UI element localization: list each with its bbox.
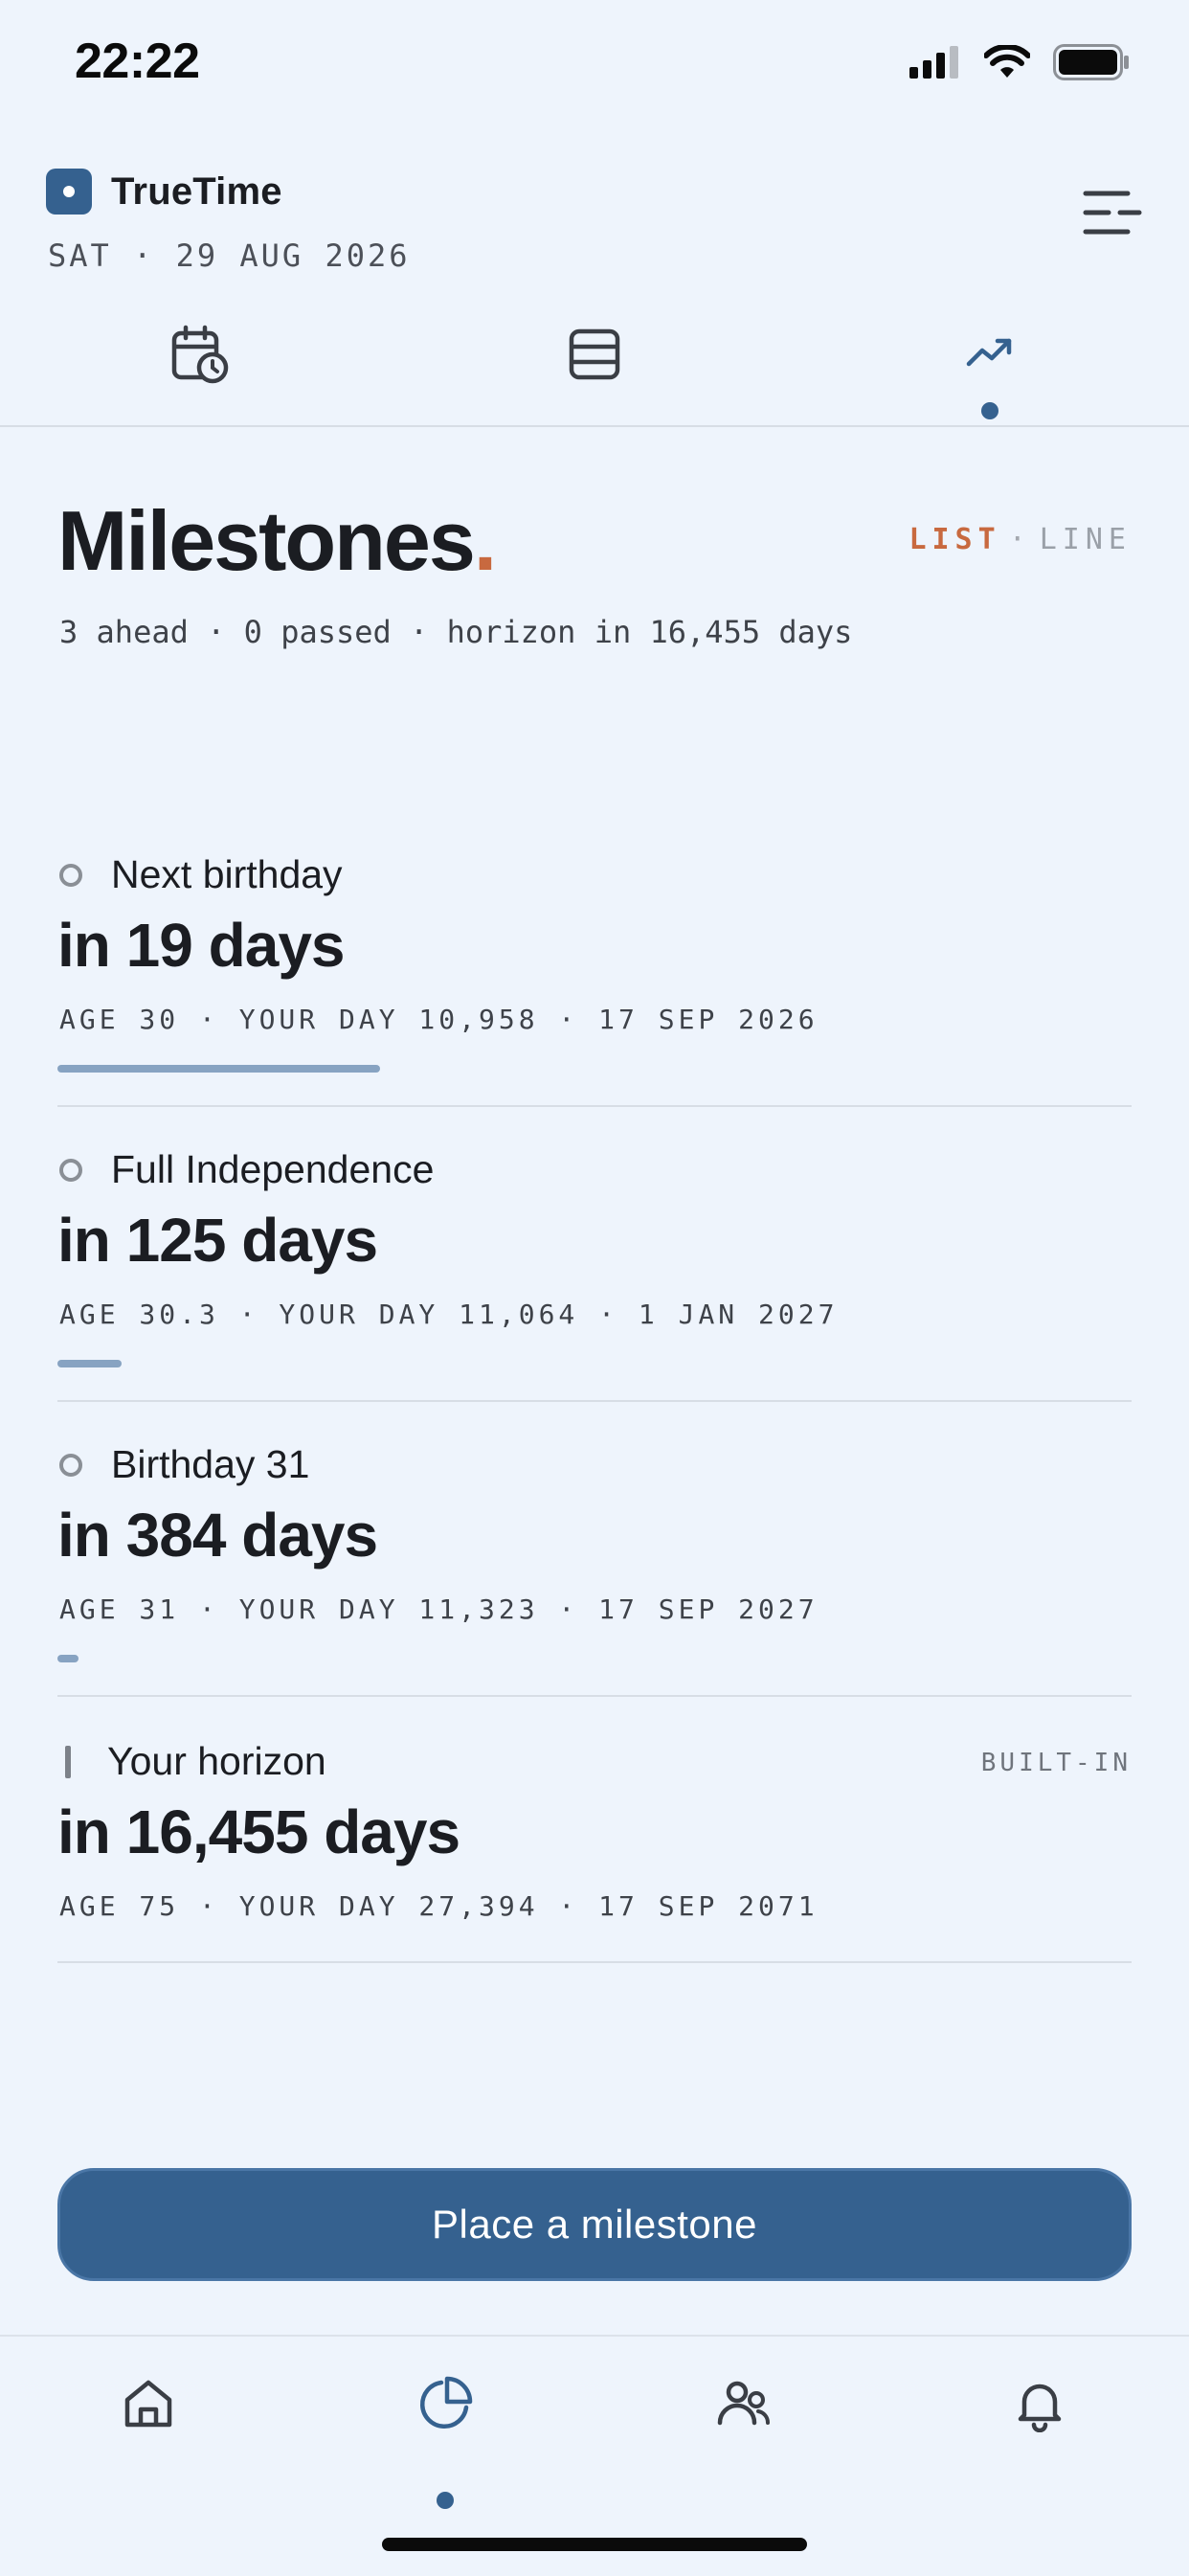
view-line-button[interactable]: LINE — [1040, 523, 1132, 556]
milestone-name: Birthday 31 — [111, 1442, 310, 1486]
horizon-marker-icon — [65, 1745, 71, 1778]
tab-calendar[interactable] — [142, 306, 257, 425]
menu-button[interactable] — [1078, 182, 1147, 245]
milestone-name: Full Independence — [111, 1147, 435, 1191]
active-nav-indicator — [437, 2492, 454, 2509]
list-rows-icon — [569, 328, 620, 380]
wifi-icon — [984, 45, 1030, 78]
menu-icon — [1083, 191, 1142, 235]
page-title-text: Milestones — [57, 493, 476, 588]
nav-home[interactable] — [101, 2375, 196, 2471]
view-toggle-separator: · — [1008, 523, 1032, 556]
milestone-progress-bar — [57, 1655, 79, 1662]
battery-icon — [1053, 44, 1129, 80]
milestone-countdown: in 16,455 days — [57, 1797, 460, 1866]
row-divider — [57, 1105, 1132, 1107]
milestone-summary: 3 ahead · 0 passed · horizon in 16,455 d… — [59, 614, 853, 650]
home-indicator — [382, 2538, 807, 2551]
pending-ring-icon — [59, 1158, 82, 1182]
trend-up-icon — [966, 338, 1012, 367]
view-list-button[interactable]: LIST — [909, 523, 1000, 556]
page-title: Milestones. — [57, 492, 497, 590]
milestone-header: Full Independence — [57, 1147, 434, 1192]
milestone-progress-bar — [57, 1360, 122, 1367]
row-divider — [57, 1695, 1132, 1697]
active-tab-indicator — [981, 402, 998, 419]
status-icons — [909, 44, 1130, 80]
nav-stats[interactable] — [397, 2375, 493, 2509]
milestone-countdown: in 384 days — [57, 1501, 378, 1570]
brand: TrueTime — [46, 169, 282, 215]
milestone-header: Birthday 31 — [57, 1442, 309, 1487]
calendar-clock-icon — [171, 325, 229, 384]
milestone-meta: AGE 75 · YOUR DAY 27,394 · 17 SEP 2071 — [59, 1890, 819, 1922]
milestone-meta: AGE 30.3 · YOUR DAY 11,064 · 1 JAN 2027 — [59, 1299, 839, 1330]
status-time: 22:22 — [75, 34, 200, 89]
milestone-progress-bar — [57, 1065, 380, 1073]
milestone-meta: AGE 31 · YOUR DAY 11,323 · 17 SEP 2027 — [59, 1593, 819, 1625]
nav-people[interactable] — [695, 2375, 791, 2471]
status-bar: 22:22 — [0, 0, 1189, 128]
people-icon — [717, 2381, 771, 2426]
home-icon — [124, 2380, 172, 2428]
top-tab-bar — [0, 306, 1189, 427]
app-name: TrueTime — [111, 169, 282, 213]
milestone-countdown: in 125 days — [57, 1206, 378, 1275]
page-title-period: . — [473, 493, 497, 588]
row-divider — [57, 1961, 1132, 1963]
milestone-countdown: in 19 days — [57, 911, 345, 980]
milestone-name: Your horizon — [107, 1739, 326, 1783]
view-toggle: LIST · LINE — [909, 523, 1132, 556]
pending-ring-icon — [59, 863, 82, 887]
pie-chart-icon — [420, 2376, 473, 2429]
current-date: SAT · 29 AUG 2026 — [48, 237, 411, 274]
built-in-badge: BUILT-IN — [980, 1749, 1132, 1777]
milestone-header: Your horizon — [57, 1739, 326, 1784]
cellular-signal-icon — [909, 46, 958, 79]
pending-ring-icon — [59, 1453, 82, 1477]
milestone-name: Next birthday — [111, 852, 343, 896]
tab-list[interactable] — [537, 306, 652, 425]
nav-notifications[interactable] — [992, 2375, 1088, 2471]
place-milestone-button[interactable]: Place a milestone — [57, 2168, 1132, 2281]
row-divider — [57, 1400, 1132, 1402]
bell-icon — [1018, 2384, 1062, 2432]
tab-trends[interactable] — [932, 306, 1047, 425]
milestone-meta: AGE 30 · YOUR DAY 10,958 · 17 SEP 2026 — [59, 1004, 819, 1035]
app-logo-icon — [46, 169, 92, 215]
milestone-header: Next birthday — [57, 852, 343, 897]
